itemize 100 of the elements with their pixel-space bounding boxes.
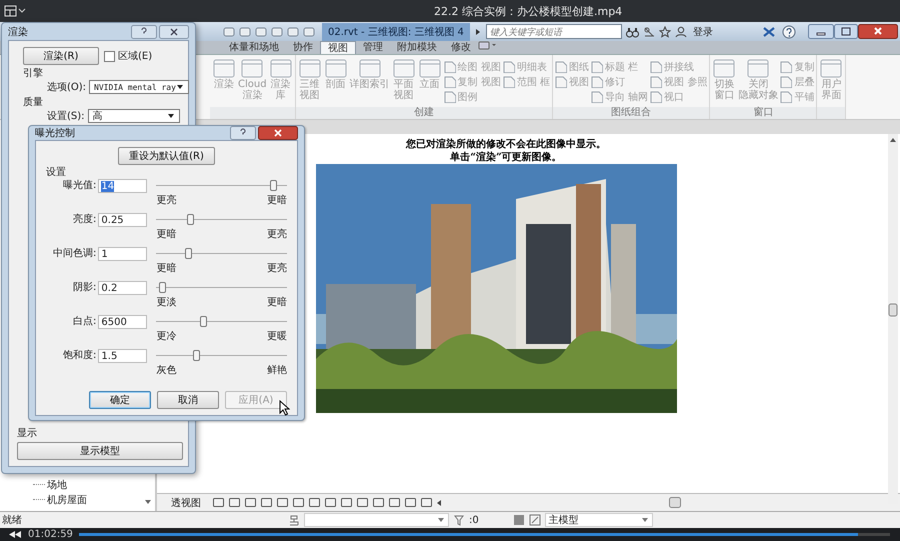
toolbar-icon[interactable] bbox=[292, 497, 305, 508]
document-icon[interactable] bbox=[502, 61, 515, 73]
ribbon-button[interactable]: 明细表 bbox=[502, 60, 550, 74]
ribbon-tab[interactable]: 协作 bbox=[286, 41, 320, 54]
filter-icon[interactable] bbox=[453, 514, 465, 526]
document-icon[interactable] bbox=[780, 76, 792, 88]
slider-thumb[interactable] bbox=[192, 350, 200, 361]
window-icon[interactable] bbox=[268, 57, 293, 79]
ribbon-button[interactable]: 修订 bbox=[590, 75, 648, 89]
toolbar-icon[interactable] bbox=[340, 497, 353, 508]
ribbon-button[interactable]: 视图 bbox=[554, 75, 589, 89]
model-dropdown[interactable]: 主模型 bbox=[544, 513, 653, 527]
tree-item[interactable]: 机房屋面 bbox=[47, 492, 87, 506]
slider-thumb[interactable] bbox=[158, 282, 166, 293]
window-icon[interactable] bbox=[392, 57, 416, 79]
window-icon[interactable] bbox=[240, 57, 264, 79]
ribbon-button[interactable]: 图纸 bbox=[554, 60, 589, 74]
ribbon-button[interactable]: 三维 视图 bbox=[298, 57, 322, 107]
ribbon-tab[interactable]: 修改 bbox=[444, 41, 478, 54]
ribbon-button[interactable]: 绘图 视图 bbox=[444, 60, 501, 74]
toolbar-icon[interactable] bbox=[324, 497, 337, 508]
slider-thumb[interactable] bbox=[184, 248, 192, 259]
tree-item[interactable]: 场地 bbox=[47, 478, 67, 492]
close-button[interactable] bbox=[258, 126, 298, 140]
dialog-button[interactable]: 取消 bbox=[157, 391, 219, 409]
ribbon-button[interactable]: 平铺 bbox=[780, 90, 814, 104]
toolbar-icon[interactable] bbox=[302, 26, 316, 38]
value-field[interactable]: 0.2 bbox=[98, 281, 148, 295]
help-button[interactable] bbox=[131, 24, 157, 38]
horizontal-scrollbar-thumb[interactable] bbox=[669, 497, 681, 508]
value-field[interactable]: 0.25 bbox=[98, 213, 148, 227]
toolbar-icon[interactable] bbox=[404, 497, 417, 508]
toolbar-icon[interactable] bbox=[222, 26, 236, 38]
toolbar-icon[interactable] bbox=[212, 497, 225, 508]
dialog-button[interactable]: 确定 bbox=[89, 391, 151, 409]
slider-thumb[interactable] bbox=[270, 180, 277, 191]
show-model-button[interactable]: 显示模型 bbox=[17, 442, 183, 460]
ribbon-tab[interactable]: 视图 bbox=[320, 41, 356, 54]
search-field[interactable]: 键入关键字或短语 bbox=[486, 24, 622, 39]
help-icon[interactable] bbox=[782, 24, 796, 38]
document-icon[interactable] bbox=[590, 61, 603, 73]
ribbon-button[interactable]: 渲染 bbox=[212, 57, 236, 107]
render-button[interactable]: 渲染(R) bbox=[23, 47, 99, 65]
document-icon[interactable] bbox=[780, 61, 792, 73]
document-icon[interactable] bbox=[502, 76, 515, 88]
toolbar-icon[interactable] bbox=[286, 26, 300, 38]
ribbon-button[interactable]: 用户 界面 bbox=[819, 57, 844, 107]
value-field[interactable]: 6500 bbox=[98, 315, 148, 329]
ribbon-button[interactable]: 平面 视图 bbox=[392, 57, 416, 107]
ribbon-button[interactable]: Cloud 渲染 bbox=[238, 57, 267, 107]
toolbar-icon[interactable] bbox=[388, 497, 401, 508]
window-icon[interactable] bbox=[358, 57, 382, 79]
document-icon[interactable] bbox=[650, 61, 662, 73]
value-field[interactable]: 14 bbox=[98, 179, 148, 193]
square-icon[interactable] bbox=[512, 514, 525, 526]
user-icon[interactable] bbox=[674, 26, 687, 38]
document-icon[interactable] bbox=[590, 91, 603, 103]
document-icon[interactable] bbox=[650, 91, 662, 103]
dropdown[interactable]: 高 bbox=[88, 109, 180, 123]
toolbar-icon[interactable] bbox=[420, 497, 433, 508]
minimize-button[interactable] bbox=[808, 24, 834, 39]
document-icon[interactable] bbox=[444, 76, 456, 88]
rewind-icon[interactable] bbox=[8, 530, 22, 539]
panel-toggle-icon[interactable] bbox=[478, 41, 498, 50]
document-icon[interactable] bbox=[444, 91, 456, 103]
caret-icon[interactable] bbox=[474, 28, 482, 36]
document-icon[interactable] bbox=[444, 61, 456, 73]
toolbar-icon[interactable] bbox=[228, 497, 241, 508]
star-icon[interactable] bbox=[658, 26, 671, 38]
ribbon-button[interactable]: 视图 参照 bbox=[650, 75, 708, 89]
document-icon[interactable] bbox=[650, 76, 662, 88]
ribbon-button[interactable]: 复制 bbox=[780, 60, 814, 74]
reset-button[interactable]: 重设为默认值(R) bbox=[118, 147, 215, 165]
toolbar-icon[interactable] bbox=[238, 26, 252, 38]
ribbon-button[interactable]: 剖面 bbox=[324, 57, 348, 107]
toolbar-icon[interactable] bbox=[308, 497, 321, 508]
value-field[interactable]: 1 bbox=[98, 247, 148, 261]
region-checkbox[interactable] bbox=[104, 50, 115, 62]
ribbon-button[interactable]: 关闭 隐藏对象 bbox=[738, 57, 778, 107]
ribbon-tab[interactable]: 附加模块 bbox=[390, 41, 444, 54]
close-button[interactable] bbox=[159, 24, 189, 38]
toolbar-icon[interactable] bbox=[254, 26, 268, 38]
ribbon-button[interactable]: 拼接线 bbox=[650, 60, 708, 74]
document-icon[interactable] bbox=[554, 61, 567, 73]
slider-thumb[interactable] bbox=[187, 214, 194, 225]
document-icon[interactable] bbox=[780, 91, 792, 103]
ribbon-button[interactable]: 标题 栏 bbox=[590, 60, 648, 74]
ribbon-button[interactable]: 渲染 库 bbox=[268, 57, 293, 107]
ribbon-tab[interactable]: 体量和场地 bbox=[222, 41, 286, 54]
ribbon-button[interactable]: 导向 轴网 bbox=[590, 90, 648, 104]
window-icon[interactable] bbox=[324, 57, 348, 79]
toolbar-icon[interactable] bbox=[356, 497, 369, 508]
binoculars-icon[interactable] bbox=[626, 26, 639, 38]
toolbar-icon[interactable] bbox=[372, 497, 385, 508]
ribbon-button[interactable]: 视口 bbox=[650, 90, 708, 104]
toolbar-icon[interactable] bbox=[260, 497, 273, 508]
window-icon[interactable] bbox=[712, 57, 736, 79]
ribbon-button[interactable]: 详图索引 bbox=[350, 57, 390, 107]
slider-thumb[interactable] bbox=[200, 316, 208, 327]
document-icon[interactable] bbox=[590, 76, 603, 88]
